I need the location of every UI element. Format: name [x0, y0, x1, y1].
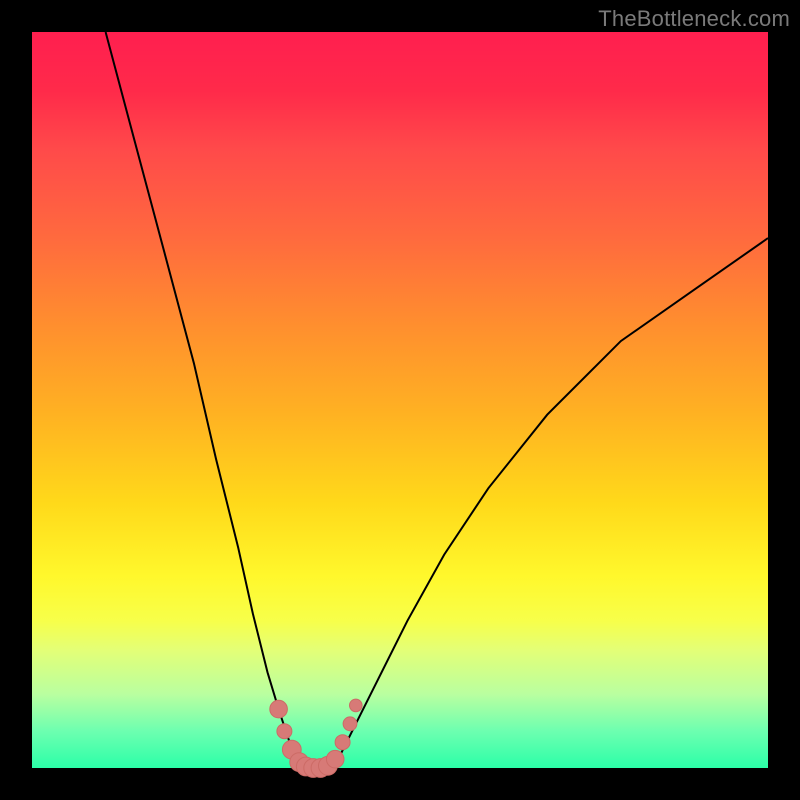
data-marker	[335, 735, 350, 750]
data-marker	[270, 700, 288, 718]
chart-frame: TheBottleneck.com	[0, 0, 800, 800]
curve-right-curve	[334, 238, 768, 768]
data-marker	[350, 699, 363, 712]
data-marker	[326, 750, 344, 768]
data-marker	[343, 717, 357, 731]
chart-svg	[0, 0, 800, 800]
curve-left-curve	[106, 32, 301, 768]
data-marker	[277, 724, 292, 739]
